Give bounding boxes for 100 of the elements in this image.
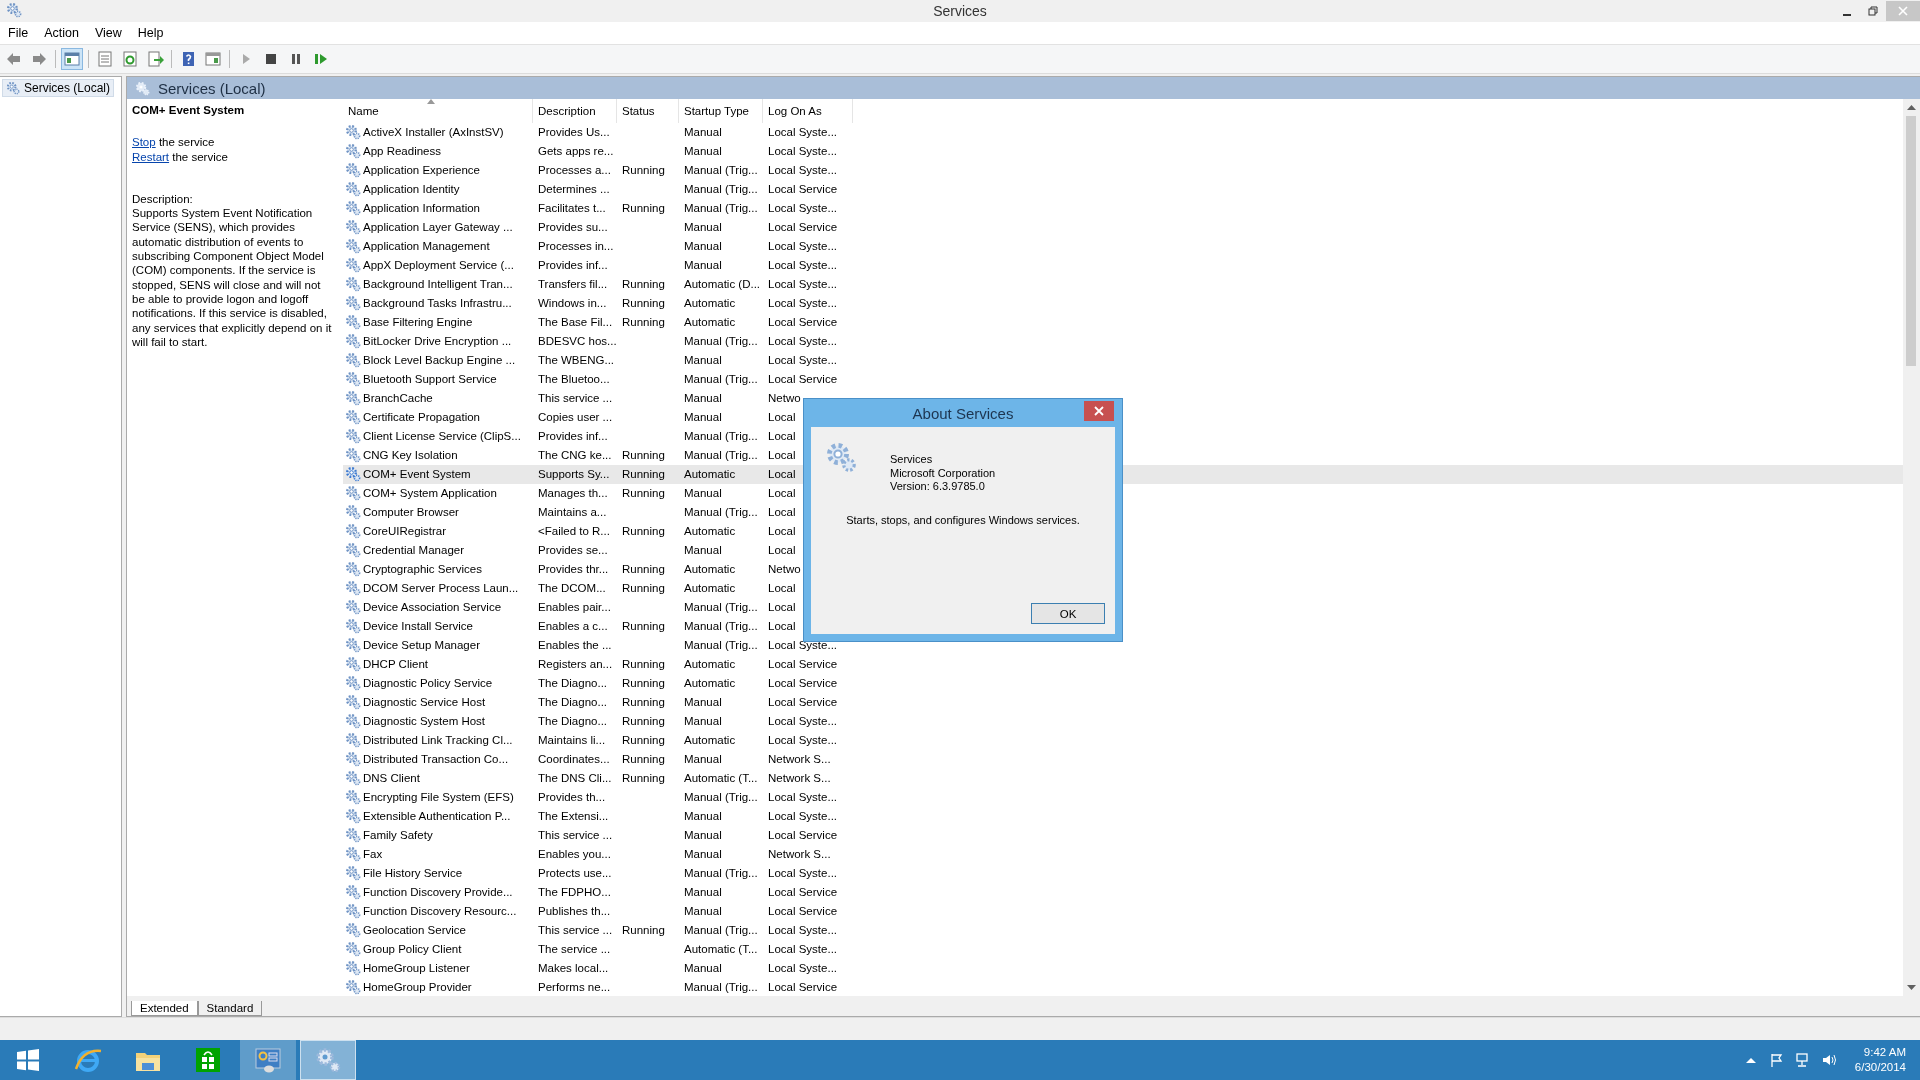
flag-icon[interactable]: [1768, 1052, 1785, 1068]
table-cell: Determines ...: [538, 183, 610, 196]
table-cell: Windows in...: [538, 297, 607, 310]
table-cell[interactable]: DCOM Server Process Laun...: [363, 582, 519, 595]
table-cell[interactable]: Geolocation Service: [363, 923, 466, 936]
scrollbar[interactable]: [1903, 99, 1920, 996]
ok-button[interactable]: OK: [1031, 603, 1105, 624]
table-cell[interactable]: Bluetooth Support Service: [363, 373, 497, 386]
table-cell[interactable]: CoreUIRegistrar: [363, 525, 447, 538]
table-cell[interactable]: File History Service: [363, 866, 463, 879]
table-cell: Enables pair...: [538, 601, 611, 614]
scrollbar-thumb[interactable]: [1906, 116, 1916, 366]
table-cell[interactable]: Family Safety: [363, 828, 433, 841]
tree-item[interactable]: Services (Local): [2, 79, 115, 97]
table-cell[interactable]: Background Tasks Infrastru...: [363, 297, 512, 310]
table-cell[interactable]: Application Management: [363, 240, 490, 253]
gear-icon: [345, 466, 361, 483]
scroll-up-icon[interactable]: [1907, 104, 1916, 110]
console-tree-icon[interactable]: [61, 48, 83, 70]
table-cell[interactable]: AppX Deployment Service (...: [363, 259, 514, 272]
table-cell: Manual: [684, 221, 722, 234]
table-cell: Running: [622, 525, 665, 538]
table-cell[interactable]: COM+ Event System: [363, 468, 471, 481]
table-cell[interactable]: Group Policy Client: [363, 942, 462, 955]
table-cell[interactable]: Distributed Transaction Co...: [363, 752, 509, 765]
window-title: Services: [933, 3, 987, 19]
table-cell[interactable]: Device Association Service: [363, 601, 502, 614]
table-cell: Manual (Trig...: [684, 183, 758, 196]
table-cell[interactable]: Device Setup Manager: [363, 639, 480, 652]
table-cell[interactable]: App Readiness: [363, 145, 441, 158]
table-cell[interactable]: Block Level Backup Engine ...: [363, 354, 516, 367]
table-cell: Automatic: [684, 297, 736, 310]
table-cell[interactable]: Application Information: [363, 202, 480, 215]
table-cell: Local Syste...: [768, 809, 838, 822]
table-cell: Local Syste...: [768, 961, 838, 974]
table-cell[interactable]: Function Discovery Resourc...: [363, 904, 517, 917]
scroll-down-icon[interactable]: [1907, 985, 1916, 991]
table-cell[interactable]: Encrypting File System (EFS): [363, 790, 514, 803]
table-cell[interactable]: Cryptographic Services: [363, 563, 482, 576]
clock-date[interactable]: 6/30/2014: [1854, 1060, 1906, 1075]
table-cell: The Bluetoo...: [538, 373, 610, 386]
view-tab[interactable]: Standard: [197, 1001, 263, 1016]
column-header[interactable]: Description: [533, 99, 617, 123]
table-cell[interactable]: Computer Browser: [363, 506, 459, 519]
table-cell[interactable]: Diagnostic Service Host: [363, 696, 486, 708]
action-link[interactable]: Restart: [132, 150, 170, 163]
column-header[interactable]: Log On As: [763, 99, 853, 123]
table-cell[interactable]: Distributed Link Tracking Cl...: [363, 734, 513, 746]
table-cell[interactable]: Diagnostic Policy Service: [363, 677, 493, 690]
table-cell[interactable]: COM+ System Application: [363, 487, 497, 500]
table-cell: Local: [768, 525, 796, 538]
close-button[interactable]: [1084, 401, 1114, 421]
table-cell[interactable]: Application Identity: [363, 183, 460, 196]
table-cell[interactable]: BitLocker Drive Encryption ...: [363, 335, 512, 348]
menu-item[interactable]: View: [86, 24, 130, 42]
table-cell[interactable]: Diagnostic System Host: [363, 715, 486, 727]
network-icon[interactable]: [1794, 1052, 1811, 1068]
app-icon: [193, 1045, 223, 1075]
clock-time[interactable]: 9:42 AM: [1863, 1045, 1906, 1060]
table-cell: Running: [622, 449, 665, 462]
table-cell[interactable]: Extensible Authentication P...: [363, 809, 511, 822]
table-cell: Running: [622, 734, 665, 746]
column-header[interactable]: Name: [343, 99, 533, 123]
menu-item[interactable]: Help: [129, 24, 172, 42]
table-cell[interactable]: CNG Key Isolation: [363, 449, 458, 462]
table-cell[interactable]: Application Layer Gateway ...: [363, 221, 513, 234]
table-cell[interactable]: Credential Manager: [363, 544, 464, 557]
column-header[interactable]: Status: [617, 99, 679, 123]
table-cell[interactable]: Certificate Propagation: [363, 411, 480, 424]
table-cell[interactable]: HomeGroup Listener: [363, 961, 470, 974]
speaker-icon[interactable]: [1820, 1052, 1837, 1068]
table-cell: Running: [622, 923, 665, 936]
table-cell[interactable]: Function Discovery Provide...: [363, 885, 513, 898]
table-cell[interactable]: Base Filtering Engine: [363, 316, 473, 329]
gear-icon: [345, 162, 361, 179]
table-cell: Manual: [684, 392, 722, 405]
action-link[interactable]: Stop: [132, 136, 156, 149]
gear-icon: [345, 599, 361, 616]
table-cell[interactable]: DHCP Client: [363, 658, 428, 671]
table-cell: Network S...: [768, 752, 831, 765]
column-header[interactable]: Startup Type: [679, 99, 763, 123]
table-cell[interactable]: Background Intelligent Tran...: [363, 278, 513, 291]
menu-item[interactable]: Action: [36, 24, 87, 42]
control-panel-icon[interactable]: [240, 1040, 296, 1080]
menu-item[interactable]: File: [0, 24, 37, 42]
gears-icon[interactable]: [300, 1040, 356, 1080]
table-cell[interactable]: HomeGroup Provider: [363, 980, 472, 993]
table-cell: Running: [622, 563, 665, 576]
table-cell: Provides inf...: [538, 259, 608, 272]
table-cell[interactable]: Device Install Service: [363, 620, 473, 633]
table-cell[interactable]: Fax: [363, 847, 383, 860]
gear-icon: [345, 257, 361, 274]
table-cell[interactable]: BranchCache: [363, 392, 433, 405]
table-cell[interactable]: Client License Service (ClipS...: [363, 430, 521, 443]
view-tab[interactable]: Extended: [131, 1001, 198, 1016]
table-cell[interactable]: DNS Client: [363, 771, 420, 784]
table-cell: Local Service: [768, 904, 838, 917]
table-cell[interactable]: ActiveX Installer (AxInstSV): [363, 126, 504, 139]
table-cell[interactable]: Application Experience: [363, 164, 480, 177]
table-cell: Local: [768, 430, 796, 443]
